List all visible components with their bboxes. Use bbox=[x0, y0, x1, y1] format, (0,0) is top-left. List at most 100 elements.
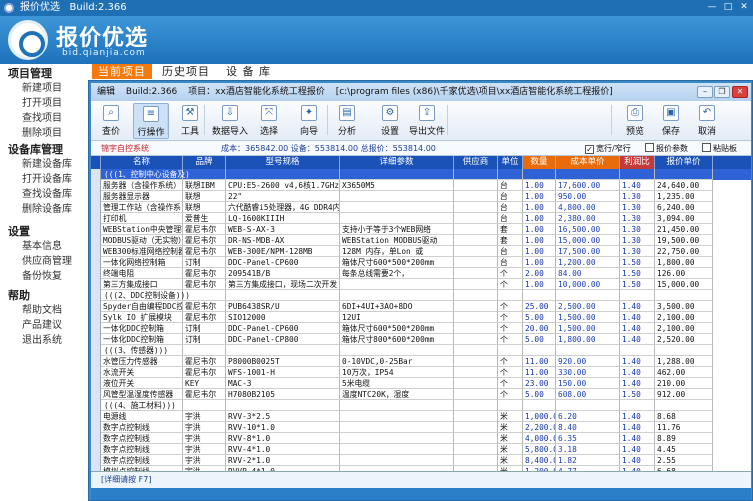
table-row[interactable]: 数字点控制线宇洪RVV-4*1.0 米5,800.003.181.404.45 bbox=[101, 444, 751, 455]
wide-row-checkbox[interactable]: ✓ 宽行/窄行 bbox=[585, 141, 631, 156]
clipboard-checkbox[interactable]: 粘贴板 bbox=[702, 141, 737, 156]
column-header[interactable]: 报价单价 bbox=[655, 156, 713, 169]
table-cell: 920.00 bbox=[556, 356, 620, 367]
table-row[interactable]: 服务器显示器 联想 22" 台 1.00 950.00 1.30 1,235.00 bbox=[101, 191, 751, 202]
table-row[interactable]: 水流开关 霍尼韦尔 WFS-1001-H 10万次，IP54 个 11.00 330.00 1… bbox=[101, 367, 751, 378]
table-row[interactable]: MODBUS驱动（无实物） 霍尼韦尔 DR-NS-MDB-AX WEBStation … bbox=[101, 235, 751, 246]
tab-history-project[interactable]: 历史项目 bbox=[162, 64, 210, 79]
table-row[interactable]: 风管型温湿度传感器 霍尼韦尔 H7080B2105 温度NTC20K，湿度 个 5.00 6… bbox=[101, 389, 751, 400]
toolbar-button[interactable]: ✦ 向导 bbox=[293, 103, 325, 139]
table-cell: 1.50 bbox=[620, 268, 655, 279]
quote-params-checkbox[interactable]: 报价参数 bbox=[645, 141, 688, 156]
group-row[interactable]: (((1、控制中心设备及) bbox=[101, 169, 751, 180]
table-row[interactable]: 打印机 爱普生 LQ-1600KIIIH 台 1.00 2,380.00 1.30 3,094… bbox=[101, 213, 751, 224]
column-header[interactable]: 单位 bbox=[498, 156, 523, 169]
column-header[interactable]: 名称 bbox=[101, 156, 183, 169]
project-path: [c:\program files (x86)\千家优选\项目\xx酒店智能化系… bbox=[335, 87, 613, 97]
table-cell: 数字点控制线 bbox=[101, 444, 183, 455]
toolbar-button[interactable]: ⌕ 查价 bbox=[95, 103, 127, 139]
tab-device-library[interactable]: 设 备 库 bbox=[226, 64, 271, 79]
table-cell: 液位开关 bbox=[101, 378, 183, 389]
table-cell: WFS-1001-H bbox=[226, 367, 340, 378]
sidebar-item[interactable]: 帮助文档 bbox=[0, 303, 88, 318]
table-row[interactable]: 管理工作站（含操作系联想六代酷睿i5处理器，4G DDR4内存，1T 台1.004… bbox=[101, 202, 751, 213]
table-row[interactable]: WEB300标准网络控制器 霍尼韦尔 WEB-300E/NPM-128MB 128M … bbox=[101, 246, 751, 257]
window-restore-icon[interactable]: ❐ bbox=[714, 86, 730, 98]
sidebar-item[interactable]: 打开设备库 bbox=[0, 172, 88, 187]
table-row[interactable]: 服务器（含操作系统）联想IBMCPU:E5-2600 v4,6核1.7GHz，内… bbox=[101, 180, 751, 191]
toolbar-button[interactable]: ⇪ 导出文件 bbox=[407, 103, 447, 139]
table-cell bbox=[340, 345, 454, 356]
table-row[interactable]: 液位开关 KEY MAC-3 5米电缆 个 23.00 150.00 1.40 210.00 bbox=[101, 378, 751, 389]
table-row[interactable]: 电源线宇洪RVV-3*2.5 米1,000.006.201.408.68 bbox=[101, 411, 751, 422]
window-close-icon[interactable]: ✕ bbox=[732, 86, 748, 98]
toolbar-button-label: 分析 bbox=[337, 127, 356, 137]
toolbar-button[interactable]: ⤧ 选择 bbox=[253, 103, 285, 139]
table-row[interactable]: 一体化DDC控制箱 订制 DDC-Panel-CP600 箱体尺寸600*500*20… bbox=[101, 323, 751, 334]
sidebar-item[interactable]: 删除设备库 bbox=[0, 202, 88, 217]
toolbar: ⌕ 查价 ≡ 行操作 ⚒ 工具 ⇩ 数据导入 ⤧ 选择 ✦ 向导 ▤ 分析 ⚙ 设置 ⇪ 导出文件 ⎙ 预览 ▣ 保存 ↶ 取… bbox=[91, 101, 751, 141]
table-row[interactable]: Spyder自由编程DDC控 霍尼韦尔 PUB6438SR/U 6DI+4UI+3AO… bbox=[101, 301, 751, 312]
sidebar-item[interactable]: 新建项目 bbox=[0, 81, 88, 96]
sidebar-item[interactable]: 产品建议 bbox=[0, 318, 88, 333]
group-row[interactable]: (((4、施工材料))) bbox=[101, 400, 751, 411]
table-row[interactable]: Sylk IO 扩展模块 霍尼韦尔 SIO12000 12UI 个 5.00 1,500.0… bbox=[101, 312, 751, 323]
window-minimize-icon[interactable]: – bbox=[697, 86, 713, 98]
table-row[interactable]: 一体化DDC控制箱 订制 DDC-Panel-CP800 箱体尺寸800*600*20… bbox=[101, 334, 751, 345]
toolbar-button[interactable]: ↶ 取消 bbox=[691, 103, 723, 139]
table-cell: 宇洪 bbox=[183, 422, 226, 433]
table-cell: 1.40 bbox=[620, 312, 655, 323]
maximize-icon[interactable]: □ bbox=[721, 2, 735, 13]
sidebar-item[interactable]: 供应商管理 bbox=[0, 254, 88, 269]
table-row[interactable]: 数字点控制线宇洪RVV-8*1.0 米4,000.006.351.408.89 bbox=[101, 433, 751, 444]
table-row[interactable]: 一体化网络控制箱 订制 DDC-Panel-CP600 箱体尺寸600*500*200… bbox=[101, 257, 751, 268]
table-cell: 个 bbox=[498, 367, 523, 378]
table-row[interactable]: 终端电阻 霍尼韦尔 209541B/B 每条总线需要2个， 个 2.00 84.00 1.50… bbox=[101, 268, 751, 279]
table-row[interactable]: 水管压力传感器 霍尼韦尔 P8000B0025T 0-10VDC,0-25Bar 个 11… bbox=[101, 356, 751, 367]
sidebar-item[interactable]: 查找设备库 bbox=[0, 187, 88, 202]
table-row[interactable]: 数字点控制线宇洪RVV-10*1.0 米2,200.008.401.4011.76 bbox=[101, 422, 751, 433]
close-icon[interactable]: ✕ bbox=[737, 2, 751, 13]
table-cell: 5.00 bbox=[523, 334, 556, 345]
column-header[interactable]: 数量 bbox=[523, 156, 556, 169]
tab-current-project[interactable]: 当前项目 bbox=[92, 64, 152, 79]
group-row[interactable]: (((2、DDC控制设备))) bbox=[101, 290, 751, 301]
column-header[interactable]: 成本单价 bbox=[556, 156, 620, 169]
customer-name: 锦宇自控系统 bbox=[101, 144, 149, 153]
sidebar-item[interactable]: 删除项目 bbox=[0, 126, 88, 141]
minimize-icon[interactable]: — bbox=[705, 2, 719, 13]
column-header[interactable]: 型号规格 bbox=[226, 156, 340, 169]
toolbar-button-label: 向导 bbox=[299, 127, 318, 137]
table-row[interactable]: WEBStation中央管理软件霍尼韦尔WEB-S-AX-3支持小于等于3个WE… bbox=[101, 224, 751, 235]
table-row[interactable]: 数字点控制线宇洪RVV-2*1.0 米8,400.001.821.402.55 bbox=[101, 455, 751, 466]
toolbar-button[interactable]: ⚙ 设置 bbox=[374, 103, 406, 139]
toolbar-button[interactable]: ▣ 保存 bbox=[655, 103, 687, 139]
menu-edit[interactable]: 编辑 bbox=[97, 87, 115, 97]
column-header[interactable]: 利润比 bbox=[620, 156, 655, 169]
toolbar-button[interactable]: ≡ 行操作 bbox=[133, 103, 169, 139]
column-header[interactable]: 供应商 bbox=[454, 156, 498, 169]
sidebar-item[interactable]: 基本信息 bbox=[0, 239, 88, 254]
group-row[interactable]: (((3、传感器))) bbox=[101, 345, 751, 356]
import-icon: ⇩ bbox=[222, 105, 238, 121]
sidebar-item[interactable]: 新建设备库 bbox=[0, 157, 88, 172]
table-cell bbox=[498, 169, 523, 180]
table-cell: 5.00 bbox=[523, 312, 556, 323]
sidebar-item[interactable]: 退出系统 bbox=[0, 333, 88, 348]
table-row[interactable]: 第三方集成接口 霍尼韦尔 第三方集成接口，现场二次开发个 1.00 10,000.00 1… bbox=[101, 279, 751, 290]
toolbar-button[interactable]: ⚒ 工具 bbox=[174, 103, 206, 139]
quote-grid[interactable]: 名称 品牌 型号规格 详细参数 供应商 单位 数量 成本单价 利润比 报价单价 (((1、控制中心… bbox=[91, 156, 751, 472]
sidebar-item[interactable]: 备份恢复 bbox=[0, 269, 88, 284]
column-header[interactable]: 品牌 bbox=[183, 156, 226, 169]
toolbar-button[interactable]: ⇩ 数据导入 bbox=[211, 103, 249, 139]
table-cell bbox=[340, 279, 454, 290]
table-cell: 1.30 bbox=[620, 202, 655, 213]
toolbar-separator bbox=[447, 105, 448, 135]
toolbar-button[interactable]: ⎙ 预览 bbox=[619, 103, 651, 139]
toolbar-button[interactable]: ▤ 分析 bbox=[331, 103, 363, 139]
sidebar-section: 设置 基本信息 供应商管理 备份恢复 bbox=[0, 224, 88, 284]
table-cell: 2,520.00 bbox=[655, 334, 713, 345]
sidebar-item[interactable]: 查找项目 bbox=[0, 111, 88, 126]
sidebar-item[interactable]: 打开项目 bbox=[0, 96, 88, 111]
column-header[interactable]: 详细参数 bbox=[340, 156, 454, 169]
